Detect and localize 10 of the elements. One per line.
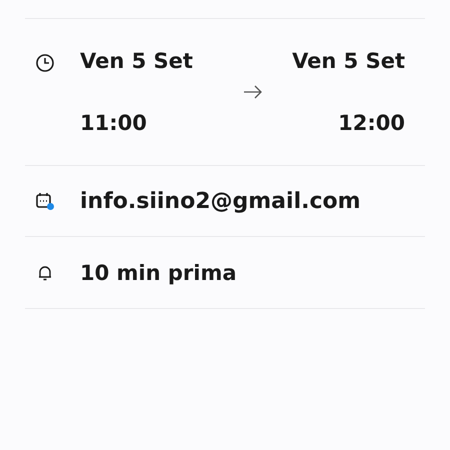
end-time[interactable]: 12:00 <box>338 111 405 135</box>
start-date[interactable]: Ven 5 Set <box>80 49 193 73</box>
bell-icon <box>36 264 52 280</box>
calendar-icon <box>34 191 54 211</box>
reminder-label[interactable]: 10 min prima <box>80 260 237 284</box>
calendar-account[interactable]: info.siino2@gmail.com <box>80 188 361 214</box>
start-time[interactable]: 11:00 <box>80 111 147 135</box>
end-date[interactable]: Ven 5 Set <box>292 49 405 73</box>
clock-icon <box>34 53 54 73</box>
arrow-right-icon <box>242 85 262 99</box>
